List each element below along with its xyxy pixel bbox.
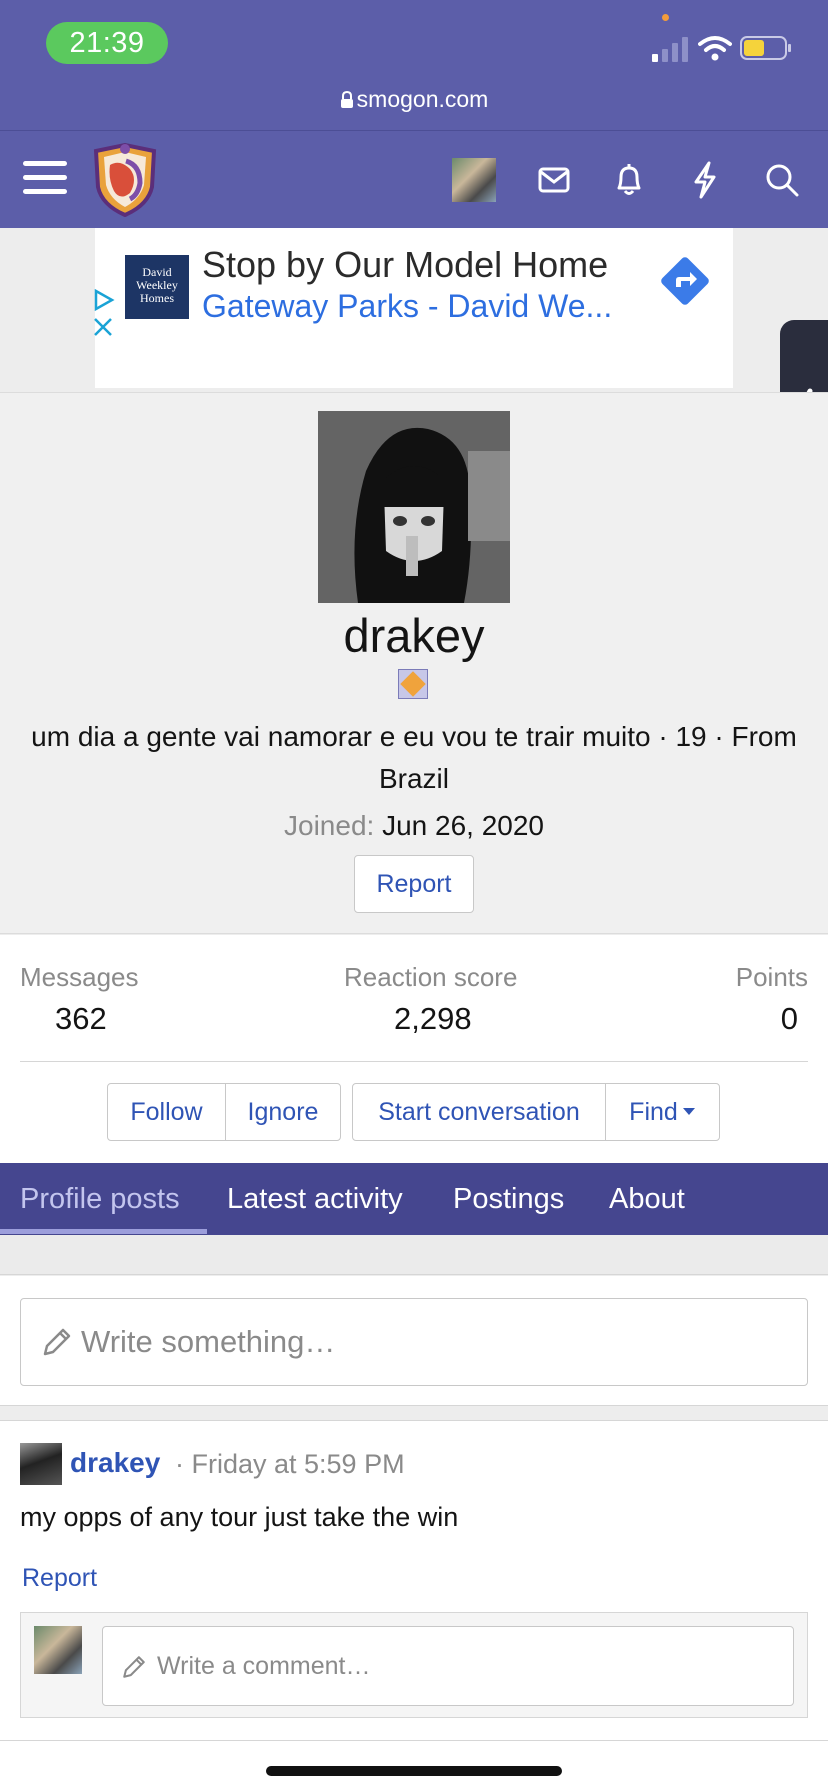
- profile-avatar-image: [318, 411, 510, 603]
- caret-down-icon: [682, 1108, 695, 1115]
- profile-username: drakey: [343, 609, 485, 662]
- mail-icon[interactable]: [538, 167, 570, 193]
- post-report-link[interactable]: Report: [22, 1564, 97, 1593]
- find-button[interactable]: Find: [605, 1083, 720, 1141]
- tab-profile-posts[interactable]: Profile posts: [20, 1163, 180, 1235]
- menu-icon[interactable]: [23, 160, 67, 196]
- write-something-placeholder: Write something…: [81, 1324, 336, 1359]
- ad-headline[interactable]: Stop by Our Model Home: [202, 244, 608, 286]
- post-author-name[interactable]: drakey: [70, 1447, 160, 1479]
- user-rank-badge: [398, 669, 428, 699]
- lock-icon: [340, 91, 353, 108]
- ad-brand-line3: Homes: [140, 291, 174, 305]
- ad-choices-icon[interactable]: [92, 289, 116, 311]
- post-timestamp[interactable]: · Friday at 5:59 PM: [175, 1449, 405, 1480]
- site-nav-bar: [0, 130, 828, 228]
- status-bar: 21:39 smogon.com: [0, 0, 828, 130]
- ad-subline[interactable]: Gateway Parks - David We...: [202, 288, 612, 325]
- home-indicator: [266, 1766, 562, 1776]
- report-profile-button[interactable]: Report: [354, 855, 474, 913]
- profile-avatar[interactable]: [318, 411, 510, 603]
- start-conversation-button[interactable]: Start conversation: [352, 1083, 606, 1141]
- section-gap: [0, 1235, 828, 1275]
- messages-label: Messages: [20, 962, 139, 992]
- lightning-icon[interactable]: [692, 161, 718, 199]
- follow-button[interactable]: Follow: [107, 1083, 226, 1141]
- write-comment-placeholder: Write a comment…: [157, 1651, 371, 1680]
- joined-label: Joined:: [284, 810, 375, 841]
- address-url: smogon.com: [356, 86, 489, 112]
- profile-tabs: Profile posts Latest activity Postings A…: [0, 1163, 828, 1235]
- points-value[interactable]: 0: [781, 1001, 798, 1037]
- ad-close-icon[interactable]: [92, 316, 114, 338]
- joined-date: Jun 26, 2020: [382, 810, 544, 841]
- tab-postings[interactable]: Postings: [453, 1163, 564, 1235]
- user-avatar[interactable]: [452, 158, 496, 202]
- battery-icon: [740, 36, 791, 60]
- tab-latest-activity[interactable]: Latest activity: [227, 1163, 403, 1235]
- post-body: my opps of any tour just take the win: [20, 1502, 459, 1532]
- bell-icon[interactable]: [614, 163, 644, 197]
- ad-banner[interactable]: David Weekley Homes Stop by Our Model Ho…: [92, 228, 733, 388]
- reaction-score-value[interactable]: 2,298: [394, 1001, 472, 1037]
- pencil-icon: [123, 1656, 145, 1678]
- commenter-avatar[interactable]: [34, 1626, 82, 1674]
- ad-directions-icon[interactable]: [657, 253, 713, 309]
- find-label: Find: [629, 1097, 678, 1126]
- profile-joined: Joined: Jun 26, 2020: [0, 810, 828, 842]
- profile-blurb: um dia a gente vai namorar e eu vou te t…: [31, 721, 797, 794]
- ad-brand-logo: David Weekley Homes: [125, 255, 189, 319]
- wifi-icon: [698, 36, 732, 61]
- write-something-input[interactable]: Write something…: [20, 1298, 808, 1386]
- ignore-button[interactable]: Ignore: [225, 1083, 341, 1141]
- post-author-avatar[interactable]: [20, 1443, 62, 1485]
- messages-value[interactable]: 362: [55, 1001, 107, 1037]
- status-time: 21:39: [46, 22, 168, 64]
- active-tab-indicator: [0, 1229, 207, 1234]
- site-logo[interactable]: [90, 143, 160, 217]
- signal-icon: [652, 37, 688, 62]
- pencil-icon: [43, 1328, 71, 1356]
- privacy-indicator-dot: [662, 14, 669, 21]
- stats-divider: [20, 1061, 808, 1062]
- reaction-score-label: Reaction score: [344, 962, 518, 992]
- write-comment-input[interactable]: Write a comment…: [102, 1626, 794, 1706]
- address-bar[interactable]: smogon.com: [0, 86, 828, 113]
- search-icon[interactable]: [765, 163, 799, 197]
- points-label: Points: [735, 962, 808, 992]
- tab-about[interactable]: About: [609, 1163, 685, 1235]
